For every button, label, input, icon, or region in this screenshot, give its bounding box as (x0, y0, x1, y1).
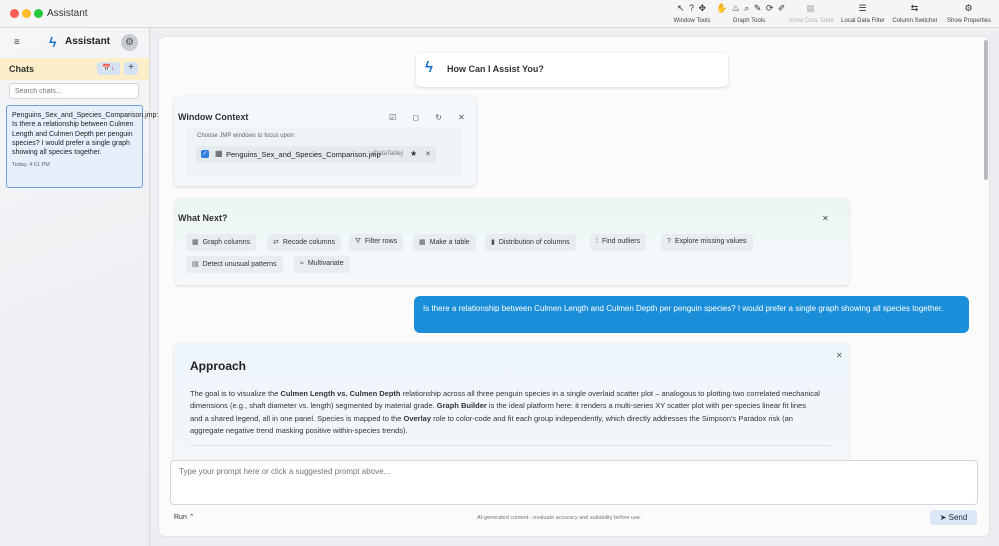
assist-header-card: ϟ How Can I Assist You? (416, 53, 728, 87)
column-switcher-icon: ⇆ (910, 3, 920, 13)
sidebar-brand: Assistant (65, 36, 111, 47)
graph-tools-group[interactable]: ✋ ♨ ⌕ ✎ ⟳ ✐ Graph Tools (716, 3, 785, 27)
chip-label: Recode columns (282, 239, 336, 246)
assistant-logo-icon: ϟ (49, 34, 57, 50)
data-table-row[interactable]: ✓ ▦ Penguins_Sex_and_Species_Comparison.… (196, 146, 436, 163)
approach-bold-text: Graph Builder (436, 401, 487, 411)
chip-label: Find outliers (601, 238, 641, 245)
window-context-title: Window Context (178, 112, 249, 122)
chip-filter-rows[interactable]: ⛛ Filter rows (349, 234, 404, 251)
chip-graph-columns[interactable]: ▦ Graph columns (186, 234, 257, 251)
chip-label: Filter rows (364, 238, 398, 245)
run-mode-select[interactable]: Run ⌃ (170, 511, 200, 524)
show-data-table-button[interactable]: ▦ Show Data Table (786, 3, 836, 27)
graph-tools-label: Graph Tools (732, 18, 766, 24)
chip-multivariate[interactable]: ≈ Multivariate (294, 256, 350, 273)
menu-icon[interactable]: ≡ (14, 37, 20, 48)
favorite-star-icon[interactable]: ★ (410, 149, 417, 158)
local-data-filter-label: Local Data Filter (841, 18, 885, 24)
filter-icon: ⛛ (355, 238, 361, 245)
sidebar: ≡ ϟ Assistant ⚙ Chats 📅↓ + Penguins_Sex_… (0, 28, 159, 546)
recode-icon: ⇄ (273, 239, 279, 246)
window-tools-label: Window Tools (673, 18, 711, 24)
chip-find-outliers[interactable]: ⁞ Find outliers (590, 234, 647, 251)
outliers-icon: ⁞ (596, 238, 598, 245)
multivariate-icon: ≈ (300, 260, 304, 267)
chip-label: Detect unusual patterns (202, 261, 277, 268)
window-title: Assistant (47, 8, 88, 19)
send-button[interactable]: ➤ Send (930, 510, 977, 525)
what-next-title: What Next? (178, 213, 228, 223)
document-icon: ▤ (192, 261, 199, 268)
column-switcher-button[interactable]: ⇆ Column Switcher (890, 3, 940, 27)
question-icon: ? (667, 238, 671, 245)
chat-list-item[interactable]: Penguins_Sex_and_Species_Comparison.jmp:… (6, 105, 159, 188)
remove-window-icon[interactable]: ✕ (425, 150, 431, 158)
chat-item-text: Penguins_Sex_and_Species_Comparison.jmp:… (12, 112, 159, 157)
settings-gear-icon[interactable]: ⚙ (121, 34, 138, 51)
zoom-window-button[interactable] (34, 9, 43, 18)
approach-text: The goal is to visualize the (190, 389, 281, 398)
table-icon: ▦ (215, 149, 223, 158)
chip-label: Make a table (429, 239, 470, 246)
table-icon: ▦ (806, 3, 816, 13)
chat-item-time: Today, 4:51 PM (12, 162, 50, 169)
approach-bold-text: Overlay (403, 413, 432, 423)
chip-label: Multivariate (307, 260, 344, 267)
close-window-button[interactable] (10, 9, 19, 18)
show-data-table-label: Show Data Table (788, 18, 834, 24)
chip-explore-missing-values[interactable]: ? Explore missing values (661, 234, 753, 251)
user-message-bubble: Is there a relationship between Culmen L… (414, 296, 969, 333)
divider (190, 445, 830, 446)
minimize-window-button[interactable] (22, 9, 31, 18)
data-table-kind: (DataTable) (372, 151, 404, 157)
histogram-icon: ▮ (491, 239, 495, 246)
chip-label: Distribution of columns (498, 239, 570, 246)
prompt-input[interactable] (170, 460, 978, 505)
scrollbar[interactable] (984, 40, 988, 180)
filter-icon: ☰ (858, 3, 868, 13)
approach-body: The goal is to visualize the Culmen Leng… (190, 388, 820, 437)
window-context-subtitle: Choose JMP windows to focus upon: (197, 133, 296, 139)
send-icon: ➤ (939, 513, 947, 522)
approach-title: Approach (190, 359, 247, 373)
show-properties-label: Show Properties (946, 18, 992, 24)
approach-bold-text: Culmen Length vs. Culmen Depth (280, 389, 401, 398)
assist-title: How Can I Assist You? (447, 64, 544, 74)
local-data-filter-button[interactable]: ☰ Local Data Filter (838, 3, 888, 27)
window-tools-group[interactable]: ↖ ? ✥ Window Tools (672, 3, 712, 27)
graph-tools-icons[interactable]: ✋ ♨ ⌕ ✎ ⟳ ✐ (716, 3, 785, 16)
chats-header: Chats 📅↓ + (0, 58, 149, 80)
chat-panel: ϟ How Can I Assist You? Window Context ☑… (159, 37, 989, 536)
properties-icon: ⚙ (964, 3, 974, 13)
table-icon: ▦ (419, 239, 426, 246)
chip-label: Graph columns (202, 239, 251, 246)
send-label: Send (948, 513, 968, 522)
chip-detect-unusual-patterns[interactable]: ▤ Detect unusual patterns (186, 256, 283, 273)
window-tools-icons[interactable]: ↖ ? ✥ (672, 3, 712, 16)
chip-recode-columns[interactable]: ⇄ Recode columns (267, 234, 342, 251)
chats-title: Chats (9, 64, 35, 74)
title-bar: Assistant ↖ ? ✥ Window Tools ✋ ♨ ⌕ ✎ ⟳ ✐… (0, 0, 999, 28)
search-chats-input[interactable] (9, 83, 139, 99)
chip-distribution-of-columns[interactable]: ▮ Distribution of columns (485, 234, 576, 251)
chip-make-a-table[interactable]: ▦ Make a table (413, 234, 476, 251)
assistant-logo-icon: ϟ (425, 59, 433, 76)
chip-label: Explore missing values (674, 238, 747, 245)
sort-by-date-button[interactable]: 📅↓ (97, 62, 120, 75)
data-table-name: Penguins_Sex_and_Species_Comparison.jmp (226, 150, 381, 159)
column-switcher-label: Column Switcher (892, 18, 938, 24)
data-table-checkbox[interactable]: ✓ (201, 150, 209, 158)
close-icon[interactable]: ✕ (836, 351, 843, 360)
close-icon[interactable]: ✕ (822, 214, 829, 223)
graph-icon: ▦ (192, 239, 199, 246)
show-properties-button[interactable]: ⚙ Show Properties (943, 3, 995, 27)
ai-disclaimer: AI-generated content - evaluate accuracy… (477, 515, 642, 521)
window-context-actions-icon[interactable]: ☑ ◻ ↻ ✕ (389, 113, 472, 122)
new-chat-button[interactable]: + (124, 62, 138, 75)
